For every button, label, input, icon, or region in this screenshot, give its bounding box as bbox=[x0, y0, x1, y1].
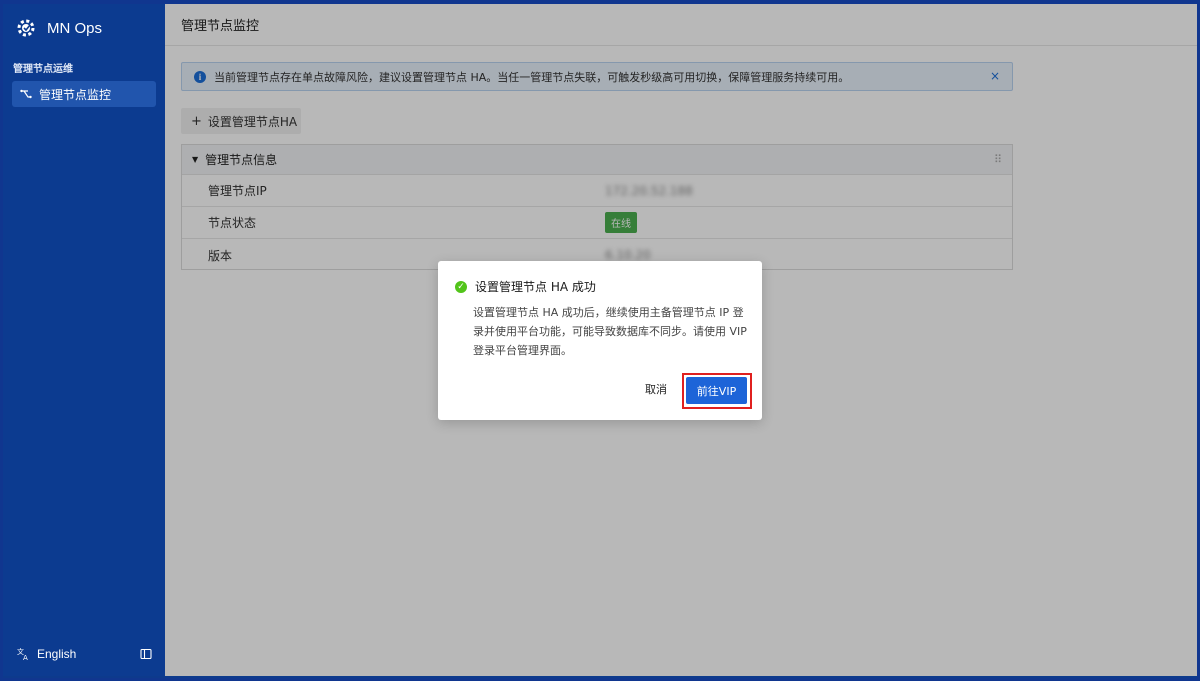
go-to-vip-button[interactable]: 前往VIP bbox=[686, 377, 747, 404]
topology-icon bbox=[20, 88, 32, 100]
translate-icon[interactable]: 文 A bbox=[17, 647, 31, 662]
dialog-message: 设置管理节点 HA 成功后，继续使用主备管理节点 IP 登录并使用平台功能，可能… bbox=[473, 306, 747, 357]
sidebar-collapse-icon[interactable] bbox=[140, 648, 152, 660]
success-check-icon: ✓ bbox=[455, 280, 467, 293]
brand[interactable]: MN Ops bbox=[15, 16, 102, 40]
sidebar-section-title: 管理节点运维 bbox=[13, 64, 73, 75]
dialog-title: 设置管理节点 HA 成功 bbox=[475, 280, 596, 294]
sidebar-item-label: 管理节点监控 bbox=[39, 87, 112, 102]
dialog-header: ✓ 设置管理节点 HA 成功 bbox=[455, 278, 596, 295]
gear-logo-icon bbox=[15, 17, 37, 39]
ha-success-dialog: ✓ 设置管理节点 HA 成功 设置管理节点 HA 成功后，继续使用主备管理节点 … bbox=[438, 261, 762, 420]
app-name: MN Ops bbox=[47, 19, 103, 37]
cancel-button[interactable]: 取消 bbox=[645, 381, 667, 397]
language-switch[interactable]: English bbox=[37, 647, 76, 661]
sidebar-footer: 文 A English bbox=[17, 647, 152, 662]
sidebar: MN Ops 管理节点运维 管理节点监控 文 A English bbox=[3, 4, 165, 676]
svg-text:A: A bbox=[23, 654, 28, 661]
sidebar-item-node-monitor[interactable]: 管理节点监控 bbox=[12, 81, 156, 107]
